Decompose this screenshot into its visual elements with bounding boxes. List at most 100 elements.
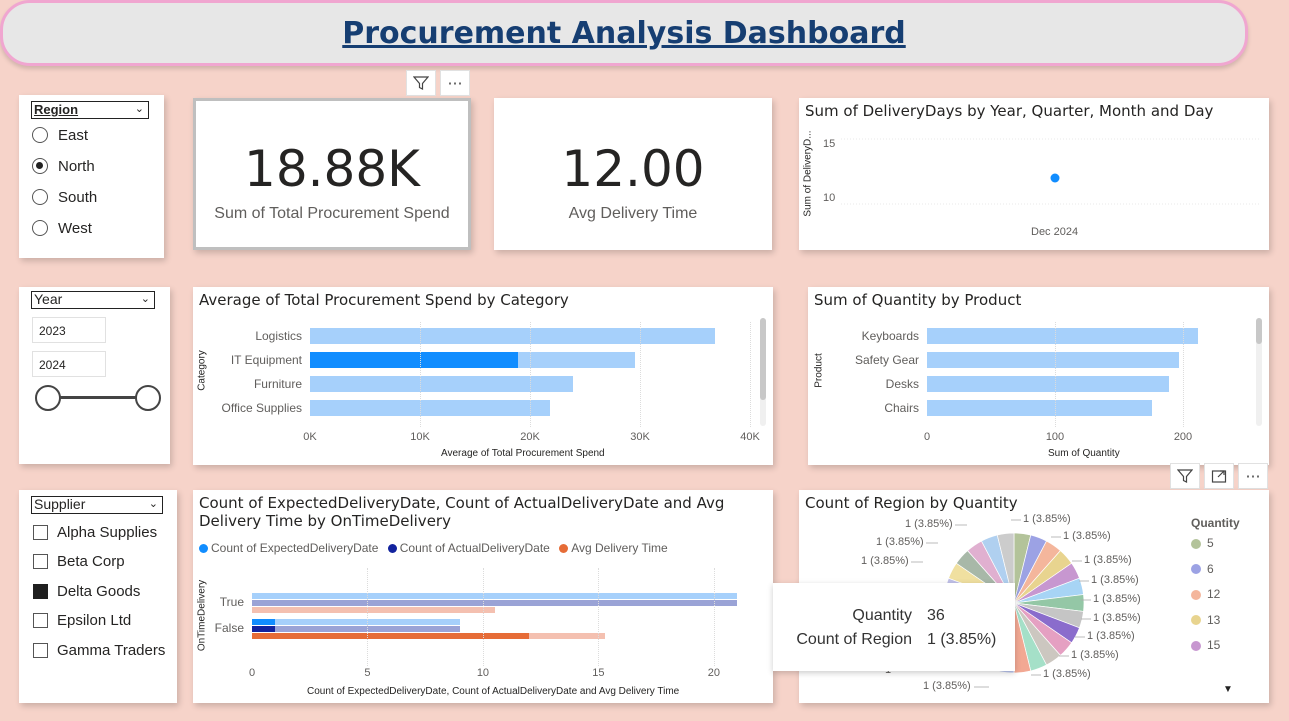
- chevron-down-icon: ⌄: [148, 498, 158, 510]
- grid-line: [1183, 322, 1184, 427]
- checkbox[interactable]: [33, 613, 48, 628]
- x-tick-label: 200: [1173, 431, 1193, 443]
- filter-icon[interactable]: [1170, 463, 1200, 489]
- bar[interactable]: [252, 626, 460, 632]
- bar[interactable]: [252, 619, 460, 625]
- bar[interactable]: [310, 328, 715, 344]
- x-tick-label: 20K: [520, 431, 540, 443]
- supplier-option[interactable]: Beta Corp: [33, 551, 125, 573]
- region-option[interactable]: East: [32, 124, 88, 146]
- region-option[interactable]: North: [32, 155, 95, 177]
- bar[interactable]: [927, 400, 1153, 416]
- legend-item[interactable]: 12: [1191, 587, 1220, 601]
- legend-label: 5: [1207, 536, 1214, 550]
- region-option[interactable]: South: [32, 186, 97, 208]
- bar[interactable]: [310, 400, 550, 416]
- radio-button[interactable]: [32, 220, 48, 236]
- year-slicer: Year ⌄ 2023 2024: [19, 287, 170, 464]
- supplier-option-label: Epsilon Ltd: [57, 612, 132, 629]
- kpi-delivery-value: 12.00: [561, 140, 705, 198]
- checkbox[interactable]: [33, 642, 48, 658]
- bar[interactable]: [252, 607, 495, 613]
- product-quantity-chart[interactable]: Sum of Quantity by Product Product Sum o…: [808, 287, 1269, 465]
- bar[interactable]: [252, 600, 737, 606]
- category-label: Chairs: [884, 401, 919, 415]
- bar[interactable]: [927, 376, 1169, 392]
- legend-label: 6: [1207, 561, 1214, 576]
- legend-item[interactable]: 5: [1191, 536, 1214, 550]
- supplier-option[interactable]: Gamma Traders: [33, 639, 165, 661]
- supplier-option[interactable]: Alpha Supplies: [33, 521, 157, 543]
- year-slicer-dropdown[interactable]: Year ⌄: [31, 291, 155, 309]
- supplier-slicer-dropdown[interactable]: Supplier ⌄: [31, 496, 163, 514]
- dashboard-title-bar: Procurement Analysis Dashboard: [0, 0, 1248, 66]
- chevron-down-icon[interactable]: ▼: [1223, 684, 1233, 695]
- grid-line: [530, 322, 531, 427]
- more-options-icon[interactable]: ⋯: [440, 70, 470, 96]
- kpi-spend-value: 18.88K: [244, 140, 420, 198]
- supplier-option-label: Beta Corp: [57, 553, 125, 570]
- kpi-delivery-card[interactable]: 12.00 Avg Delivery Time: [494, 98, 772, 250]
- bar-highlight[interactable]: [252, 626, 276, 632]
- x-tick-label: 10K: [410, 431, 430, 443]
- legend-item[interactable]: 15: [1191, 638, 1220, 652]
- category-label: Furniture: [253, 377, 302, 391]
- grid-line: [1055, 322, 1056, 427]
- bar[interactable]: [252, 593, 737, 599]
- delivery-days-chart[interactable]: Sum of DeliveryDays by Year, Quarter, Mo…: [799, 98, 1269, 250]
- legend-swatch: [1191, 589, 1201, 600]
- data-point: [1050, 173, 1060, 183]
- legend-swatch: [1191, 640, 1201, 651]
- chevron-down-icon: ⌄: [140, 293, 150, 305]
- year-to-value: 2024: [39, 358, 66, 372]
- slice-label: 1 (3.85%): [1093, 612, 1141, 624]
- slice-label: 1 (3.85%): [876, 536, 924, 548]
- ontime-delivery-chart[interactable]: Count of ExpectedDeliveryDate, Count of …: [193, 490, 773, 703]
- bar[interactable]: [927, 328, 1199, 344]
- radio-button[interactable]: [32, 189, 48, 205]
- legend-item[interactable]: 6: [1191, 562, 1214, 576]
- checkbox[interactable]: [33, 524, 48, 540]
- x-tick-label: 5: [364, 667, 371, 679]
- radio-button[interactable]: [32, 127, 48, 143]
- checkbox[interactable]: [33, 554, 48, 569]
- bar-highlight[interactable]: [310, 352, 518, 368]
- category-label: False: [214, 621, 244, 635]
- bar[interactable]: [310, 376, 573, 392]
- x-tick-label: 15: [592, 667, 605, 679]
- kpi-spend-card[interactable]: 18.88K Sum of Total Procurement Spend: [193, 98, 471, 250]
- x-tick-label: 0: [923, 431, 931, 443]
- legend-item[interactable]: 13: [1191, 613, 1220, 627]
- year-slider-handle-start[interactable]: [35, 385, 61, 411]
- supplier-option-label: Alpha Supplies: [57, 523, 158, 541]
- grid-line: [420, 322, 421, 427]
- supplier-option[interactable]: Epsilon Ltd: [33, 610, 131, 632]
- supplier-option[interactable]: Delta Goods: [33, 580, 140, 602]
- scrollbar[interactable]: [760, 318, 766, 426]
- scrollbar[interactable]: [1256, 318, 1262, 426]
- region-option[interactable]: West: [32, 217, 92, 239]
- year-from-input[interactable]: 2023: [32, 317, 106, 343]
- kpi-delivery-label: Avg Delivery Time: [568, 205, 698, 222]
- radio-button[interactable]: [32, 158, 48, 174]
- focus-mode-icon[interactable]: [1204, 463, 1234, 489]
- filter-icon[interactable]: [406, 70, 436, 96]
- grid-line: [713, 568, 715, 666]
- bar-highlight[interactable]: [252, 633, 530, 639]
- grid-line: [367, 568, 369, 666]
- checkbox[interactable]: [33, 583, 48, 599]
- pie-legend-title: Quantity: [1191, 516, 1240, 530]
- category-spend-chart[interactable]: Average of Total Procurement Spend by Ca…: [193, 287, 773, 465]
- year-slider-track[interactable]: [47, 396, 147, 399]
- supplier-slicer-header: Supplier: [34, 496, 86, 512]
- bar-highlight[interactable]: [252, 619, 276, 625]
- delivery-days-plot: [841, 138, 1259, 205]
- year-to-input[interactable]: 2024: [32, 351, 106, 377]
- bar[interactable]: [927, 352, 1180, 368]
- more-options-icon[interactable]: ⋯: [1238, 463, 1268, 489]
- x-tick-label: 100: [1045, 431, 1065, 443]
- supplier-option-label: Gamma Traders: [57, 641, 166, 659]
- supplier-option-label: Delta Goods: [57, 582, 141, 600]
- region-slicer-dropdown[interactable]: Region ⌄: [31, 101, 149, 119]
- year-slider-handle-end[interactable]: [135, 385, 161, 411]
